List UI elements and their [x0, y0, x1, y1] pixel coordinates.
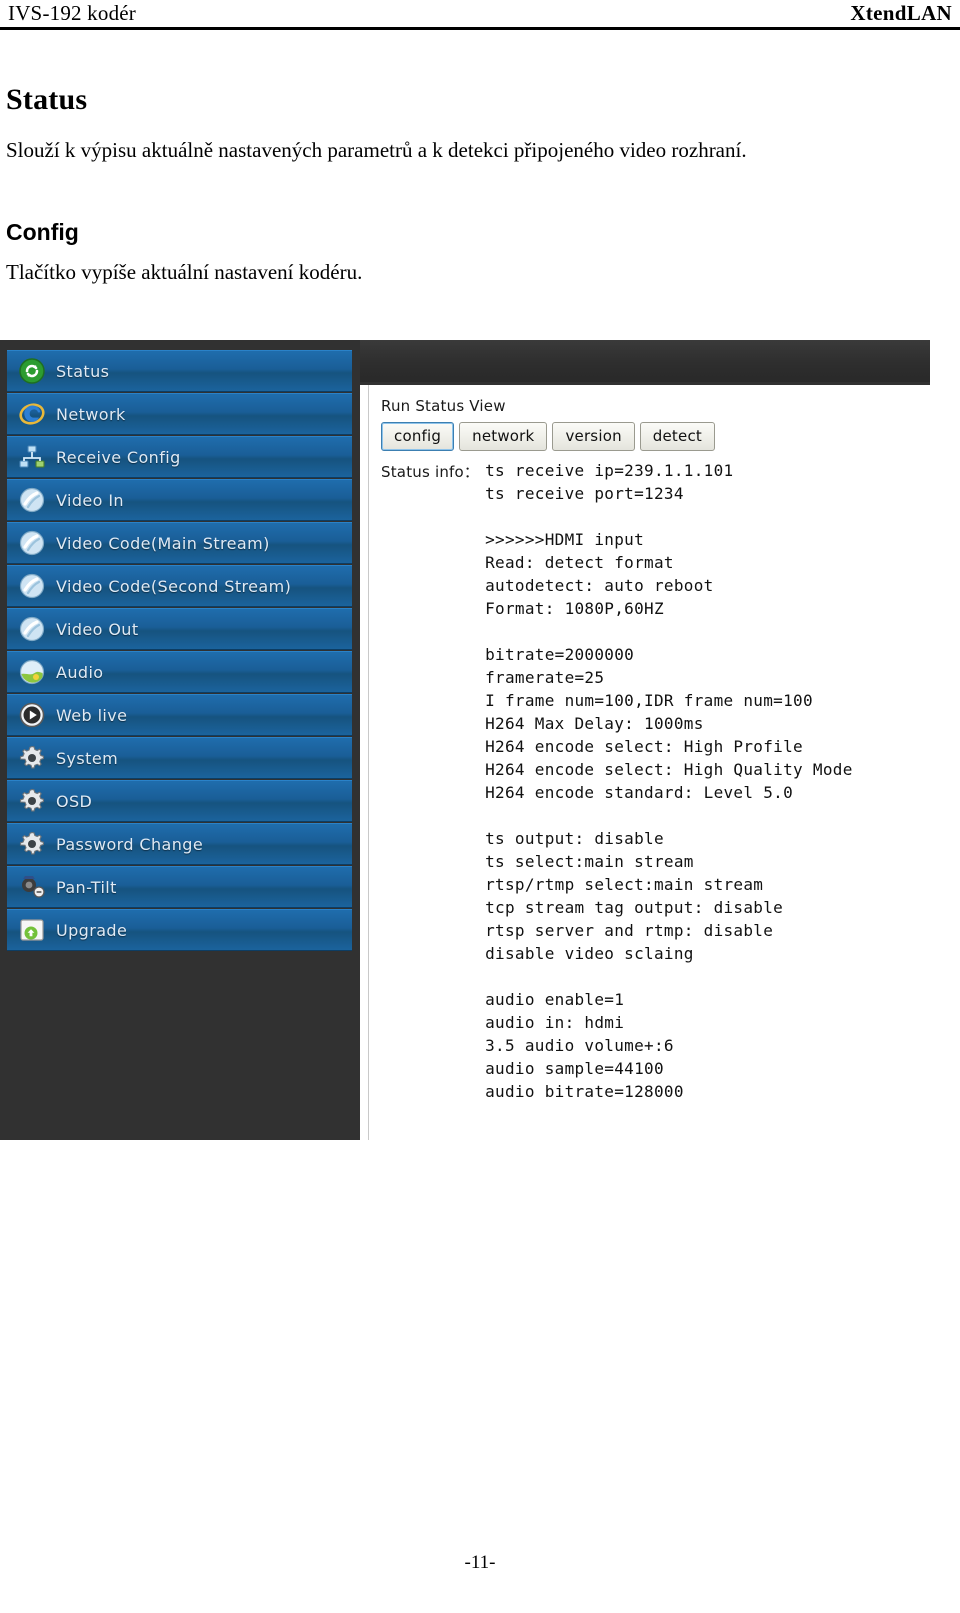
sidebar-item-label: Web live [56, 705, 128, 725]
status-info-line: H264 encode select: High Profile [485, 737, 803, 756]
sidebar-item-video-codemain-stream[interactable]: Video Code(Main Stream) [7, 522, 352, 564]
status-info-blank-line [485, 620, 853, 643]
config-button[interactable]: config [381, 422, 455, 451]
sidebar-item-password-change[interactable]: Password Change [7, 823, 352, 865]
status-info-line: >>>>>>HDMI input [485, 530, 645, 549]
gear-icon [17, 829, 47, 859]
brand-logo-text: XtendLAN [850, 1, 952, 25]
status-info-line: rtsp/rtmp select:main stream [485, 875, 764, 894]
heading-config: Config [6, 219, 79, 245]
video-disc-icon [17, 614, 47, 644]
status-info-block: Status info： ts receive ip=239.1.1.101 ts… [381, 459, 930, 1103]
page-header: IVS-192 kodér XtendLAN [0, 0, 960, 30]
sidebar-item-system[interactable]: System [7, 737, 352, 779]
sidebar-item-video-in[interactable]: Video In [7, 479, 352, 521]
sidebar-item-label: Pan-Tilt [56, 877, 117, 897]
embedded-app-screenshot: Status Network Receive Config Video In Video… [0, 340, 930, 1140]
sidebar-item-label: Audio [56, 662, 104, 682]
status-info-line: I frame num=100,IDR frame num=100 [485, 691, 813, 710]
app-chrome-glare [360, 340, 930, 382]
gear-icon [17, 786, 47, 816]
play-circle-icon [17, 700, 47, 730]
sidebar-item-pan-tilt[interactable]: Pan-Tilt [7, 866, 352, 908]
video-disc-icon [17, 571, 47, 601]
sidebar-item-label: Status [56, 361, 110, 381]
status-info-line: disable video sclaing [485, 944, 694, 963]
gear-icon [17, 743, 47, 773]
sidebar-item-label: Video Code(Main Stream) [56, 533, 270, 553]
video-disc-icon [17, 528, 47, 558]
content-panel: Run Status View config network version dete… [368, 385, 930, 1140]
status-info-line: 3.5 audio volume+:6 [485, 1036, 674, 1055]
sidebar-item-label: Password Change [56, 834, 204, 854]
status-info-line: ts select:main stream [485, 852, 694, 871]
heading-status: Status [6, 83, 88, 116]
status-info-label: Status info： [381, 463, 480, 481]
status-info-line: rtsp server and rtmp: disable [485, 921, 774, 940]
pan-tilt-camera-icon [17, 872, 47, 902]
paragraph-config: Tlačítko vypíše aktuální nastavení kodér… [6, 260, 363, 284]
status-info-output: ts receive ip=239.1.1.101 ts receive port… [485, 459, 853, 1103]
audio-globe-icon [17, 657, 47, 687]
status-info-line: framerate=25 [485, 668, 605, 687]
sidebar-item-label: Video In [56, 490, 124, 510]
status-info-line: ts output: disable [485, 829, 664, 848]
status-info-line: H264 encode standard: Level 5.0 [485, 783, 794, 802]
sidebar-item-label: Network [56, 404, 126, 424]
sidebar-item-receive-config[interactable]: Receive Config [7, 436, 352, 478]
sidebar-item-upgrade[interactable]: Upgrade [7, 909, 352, 951]
status-info-line: tcp stream tag output: disable [485, 898, 784, 917]
status-info-line: audio in: hdmi [485, 1013, 625, 1032]
status-info-line: H264 Max Delay: 1000ms [485, 714, 704, 733]
network-nodes-icon [17, 442, 47, 472]
video-disc-icon [17, 485, 47, 515]
status-info-line: audio sample=44100 [485, 1059, 664, 1078]
sidebar-item-network[interactable]: Network [7, 393, 352, 435]
document-title: IVS-192 kodér [8, 1, 136, 25]
page-number: -11- [464, 1552, 496, 1573]
sidebar-item-label: Upgrade [56, 920, 128, 940]
status-info-line: audio enable=1 [485, 990, 625, 1009]
status-info-line: ts receive ip=239.1.1.101 [485, 461, 734, 480]
sidebar-item-video-out[interactable]: Video Out [7, 608, 352, 650]
internet-explorer-icon [17, 399, 47, 429]
status-info-line: audio bitrate=128000 [485, 1082, 684, 1101]
network-button[interactable]: network [459, 422, 548, 451]
document-body: Status Slouží k výpisu aktuálně nastaven… [0, 44, 960, 286]
status-info-blank-line [485, 505, 853, 528]
status-info-line: bitrate=2000000 [485, 645, 635, 664]
sidebar-item-label: Receive Config [56, 447, 181, 467]
paragraph-status: Slouží k výpisu aktuálně nastavených par… [6, 138, 747, 162]
sidebar-item-video-codesecond-stream[interactable]: Video Code(Second Stream) [7, 565, 352, 607]
sidebar-item-label: Video Out [56, 619, 139, 639]
status-info-line: H264 encode select: High Quality Mode [485, 760, 853, 779]
sidebar-item-label: System [56, 748, 119, 768]
sidebar-nav: Status Network Receive Config Video In Video… [7, 350, 352, 952]
status-info-line: autodetect: auto reboot [485, 576, 714, 595]
sidebar-item-status[interactable]: Status [7, 350, 352, 392]
status-info-blank-line [485, 804, 853, 827]
refresh-circle-icon [17, 356, 47, 386]
detect-button[interactable]: detect [639, 422, 715, 451]
page-footer: -11- [0, 1552, 960, 1574]
status-info-blank-line [485, 965, 853, 988]
section-title-run-status-view: Run Status View [381, 397, 506, 415]
version-button[interactable]: version [552, 422, 635, 451]
sidebar-item-web-live[interactable]: Web live [7, 694, 352, 736]
sidebar-item-osd[interactable]: OSD [7, 780, 352, 822]
status-view-button-row: config network version detect [381, 422, 930, 451]
status-info-line: Read: detect format [485, 553, 674, 572]
status-info-line: Format: 1080P,60HZ [485, 599, 664, 618]
sidebar-item-audio[interactable]: Audio [7, 651, 352, 693]
upgrade-icon [17, 915, 47, 945]
sidebar-item-label: OSD [56, 791, 93, 811]
status-info-line: ts receive port=1234 [485, 484, 684, 503]
sidebar-item-label: Video Code(Second Stream) [56, 576, 292, 596]
